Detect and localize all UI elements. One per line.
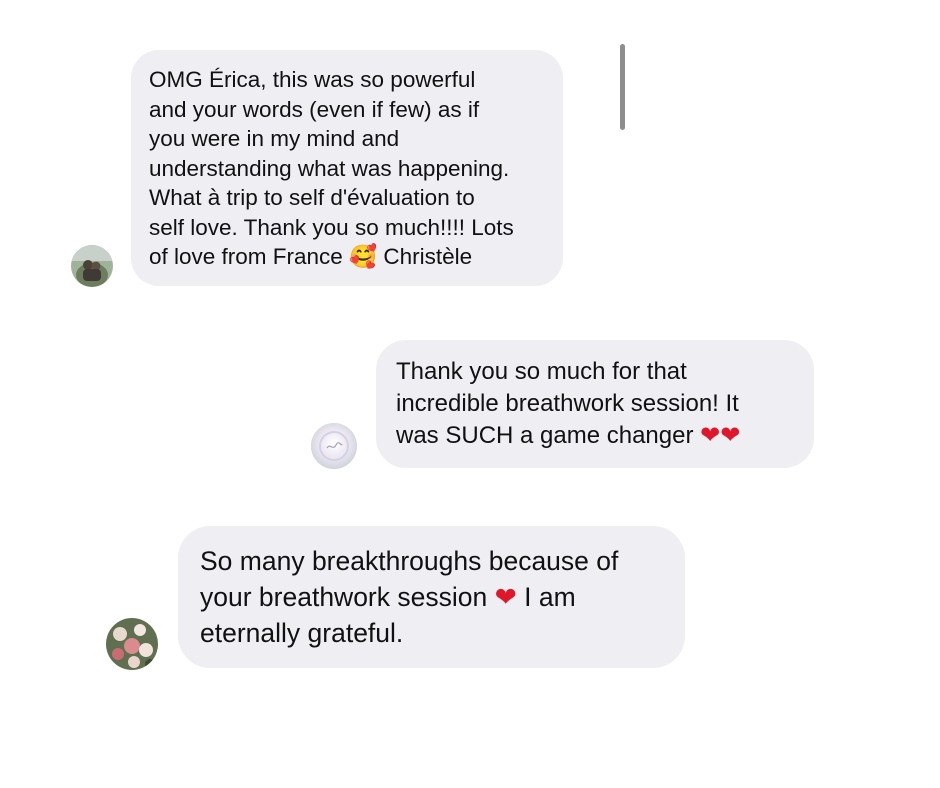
message-text: Thank you so much for that incredible br… xyxy=(396,356,794,452)
smiling-face-with-hearts-icon: 🥰 xyxy=(349,244,378,270)
message-text-part: OMG Érica, this was so powerful and your… xyxy=(149,67,514,269)
message-text: So many breakthroughs because of your br… xyxy=(200,543,663,651)
avatar-photo-icon xyxy=(71,245,113,287)
message-bubble[interactable]: So many breakthroughs because of your br… xyxy=(178,526,685,668)
sender-avatar[interactable] xyxy=(311,423,357,469)
avatar-logo-icon xyxy=(311,423,357,469)
message-bubble[interactable]: OMG Érica, this was so powerful and your… xyxy=(131,50,563,286)
red-heart-icon: ❤ xyxy=(494,582,517,613)
sender-avatar[interactable] xyxy=(106,618,158,670)
message-bubble[interactable]: Thank you so much for that incredible br… xyxy=(376,340,814,468)
sender-avatar[interactable] xyxy=(71,245,113,287)
message-text: OMG Érica, this was so powerful and your… xyxy=(149,65,545,272)
scroll-indicator[interactable] xyxy=(620,44,625,130)
red-heart-icon: ❤❤ xyxy=(700,421,741,449)
avatar-flowers-icon xyxy=(106,618,158,670)
message-text-part: Thank you so much for that incredible br… xyxy=(396,358,739,449)
message-text-part: Christèle xyxy=(377,244,473,269)
